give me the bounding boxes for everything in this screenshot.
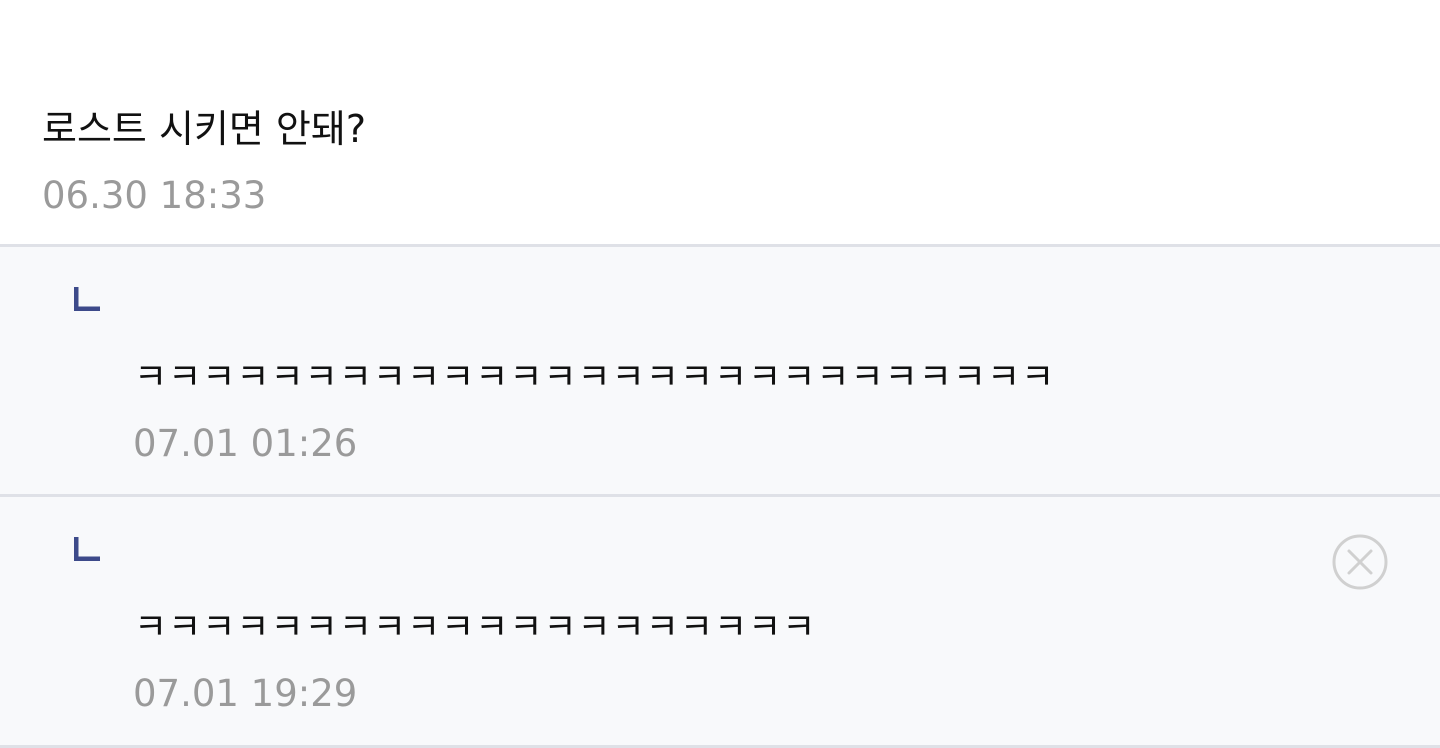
comment-thread: 로스트 시키면 안돼? 06.30 18:33 ㅋㅋㅋㅋㅋㅋㅋㅋㅋㅋㅋㅋㅋㅋㅋㅋ… bbox=[0, 0, 1440, 748]
reply-item: ㅋㅋㅋㅋㅋㅋㅋㅋㅋㅋㅋㅋㅋㅋㅋㅋㅋㅋㅋㅋㅋㅋㅋㅋㅋㅋㅋ 07.01 01:26 bbox=[0, 247, 1440, 494]
comment-timestamp: 06.30 18:33 bbox=[42, 174, 267, 217]
delete-reply-button[interactable] bbox=[1331, 533, 1389, 591]
close-circle-icon bbox=[1332, 534, 1388, 590]
reply-timestamp: 07.01 19:29 bbox=[133, 672, 358, 715]
comment: 로스트 시키면 안돼? 06.30 18:33 bbox=[0, 0, 1440, 244]
reply-arrow-icon bbox=[74, 537, 100, 561]
reply-arrow-icon bbox=[74, 287, 100, 311]
reply-text: ㅋㅋㅋㅋㅋㅋㅋㅋㅋㅋㅋㅋㅋㅋㅋㅋㅋㅋㅋㅋ bbox=[134, 607, 817, 648]
reply-timestamp: 07.01 01:26 bbox=[133, 422, 358, 465]
reply-item: ㅋㅋㅋㅋㅋㅋㅋㅋㅋㅋㅋㅋㅋㅋㅋㅋㅋㅋㅋㅋ 07.01 19:29 bbox=[0, 497, 1440, 745]
reply-text: ㅋㅋㅋㅋㅋㅋㅋㅋㅋㅋㅋㅋㅋㅋㅋㅋㅋㅋㅋㅋㅋㅋㅋㅋㅋㅋㅋ bbox=[134, 357, 1056, 398]
comment-text: 로스트 시키면 안돼? bbox=[42, 107, 367, 151]
